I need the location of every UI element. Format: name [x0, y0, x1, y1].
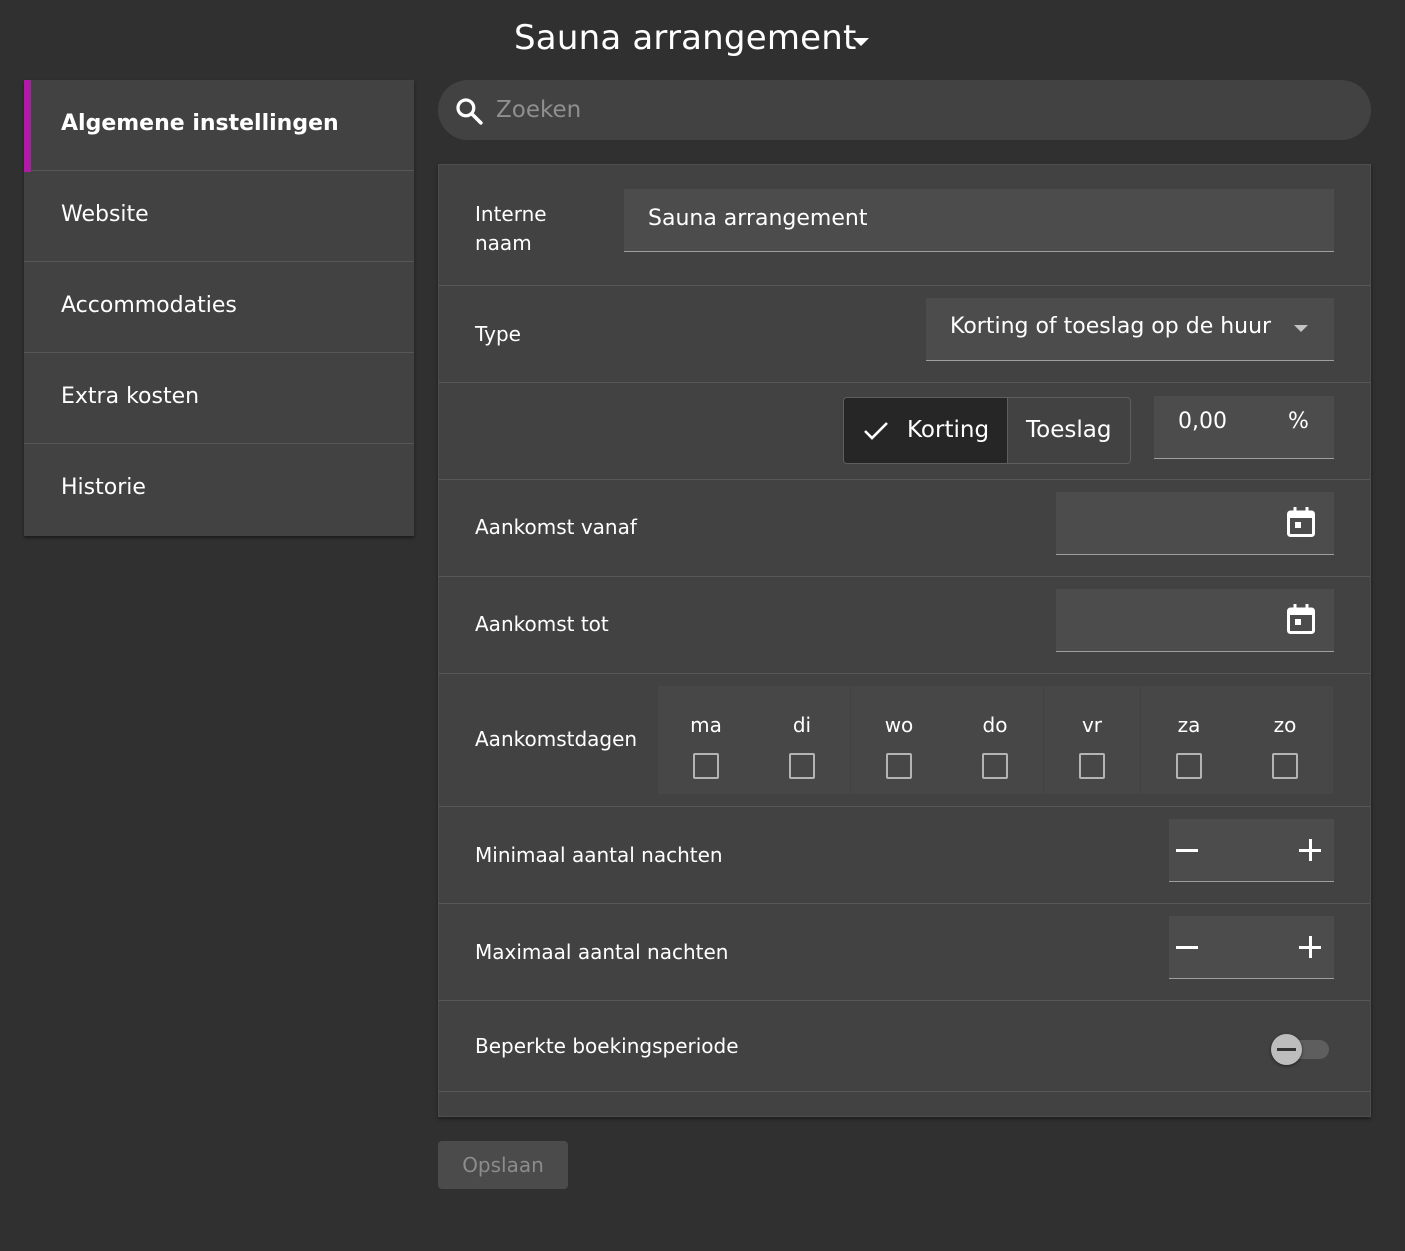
minus-icon[interactable] — [1174, 934, 1200, 960]
minus-icon[interactable] — [1174, 837, 1200, 863]
max-nachten-label: Maximaal aantal nachten — [475, 940, 729, 964]
day-label: ma — [690, 713, 722, 737]
day-column-di: di — [754, 686, 850, 794]
min-nachten-stepper — [1169, 819, 1334, 882]
check-icon — [864, 422, 888, 440]
title-dropdown-caret-icon[interactable] — [853, 38, 869, 46]
day-label: vr — [1081, 713, 1103, 737]
day-column-vr: vr — [1044, 686, 1140, 794]
day-column-wo: wo — [851, 686, 947, 794]
plus-icon[interactable] — [1297, 837, 1323, 863]
day-column-ma: ma — [658, 686, 754, 794]
day-checkbox-ma[interactable] — [693, 753, 719, 779]
type-value: Korting of toeslag op de huur — [950, 314, 1272, 339]
interne-naam-value: Sauna arrangement — [648, 206, 868, 231]
toeslag-button[interactable]: Toeslag — [1007, 398, 1130, 463]
toggle-knob — [1271, 1034, 1302, 1065]
day-label: di — [792, 713, 812, 737]
aankomst-tot-date-field[interactable] — [1056, 589, 1334, 652]
day-label: zo — [1273, 713, 1297, 737]
beperkte-boekingsperiode-toggle[interactable] — [1271, 1034, 1329, 1065]
day-label: wo — [884, 713, 914, 737]
day-checkbox-za[interactable] — [1176, 753, 1202, 779]
save-button[interactable]: Opslaan — [438, 1141, 568, 1189]
row-type: Type Korting of toeslag op de huur — [439, 286, 1370, 383]
aankomst-vanaf-label: Aankomst vanaf — [475, 515, 637, 539]
plus-icon[interactable] — [1297, 934, 1323, 960]
day-label: do — [982, 713, 1008, 737]
row-aankomstdagen: Aankomstdagen ma di wo do vr za zo — [439, 674, 1370, 807]
min-nachten-label: Minimaal aantal nachten — [475, 843, 723, 867]
sidebar-item-extra-kosten[interactable]: Extra kosten — [24, 353, 414, 444]
day-label: za — [1177, 713, 1201, 737]
row-max-nachten: Maximaal aantal nachten — [439, 904, 1370, 1001]
percentage-field[interactable]: 0,00 % — [1154, 396, 1334, 459]
korting-toeslag-toggle: Korting Toeslag — [843, 397, 1131, 464]
settings-form: Interne naam Sauna arrangement Type Kort… — [438, 164, 1371, 1117]
day-checkbox-zo[interactable] — [1272, 753, 1298, 779]
day-checkbox-wo[interactable] — [886, 753, 912, 779]
day-checkbox-di[interactable] — [789, 753, 815, 779]
day-checkbox-do[interactable] — [982, 753, 1008, 779]
row-aankomst-tot: Aankomst tot — [439, 577, 1370, 674]
aankomst-tot-label: Aankomst tot — [475, 612, 609, 636]
day-column-za: za — [1141, 686, 1237, 794]
sidebar-item-algemene-instellingen[interactable]: Algemene instellingen — [24, 80, 414, 172]
percent-unit: % — [1288, 409, 1309, 434]
sidebar-item-label: Algemene instellingen — [61, 111, 339, 136]
sidebar-item-label: Historie — [61, 475, 146, 500]
title-bar: Sauna arrangement — [0, 14, 1405, 68]
sidebar: Algemene instellingen Website Accommodat… — [24, 80, 414, 536]
day-column-do: do — [947, 686, 1043, 794]
calendar-icon[interactable] — [1286, 506, 1316, 538]
type-label: Type — [475, 322, 521, 346]
search-bar — [438, 80, 1371, 140]
sidebar-item-label: Extra kosten — [61, 384, 200, 409]
calendar-icon[interactable] — [1286, 603, 1316, 635]
search-input[interactable] — [496, 90, 1346, 130]
row-interne-naam: Interne naam Sauna arrangement — [439, 165, 1370, 286]
interne-naam-field[interactable]: Sauna arrangement — [624, 189, 1334, 252]
toeslag-label: Toeslag — [1026, 417, 1112, 443]
percentage-value: 0,00 — [1178, 409, 1227, 434]
day-column-zo: zo — [1237, 686, 1333, 794]
day-checkbox-vr[interactable] — [1079, 753, 1105, 779]
type-select[interactable]: Korting of toeslag op de huur — [926, 298, 1334, 361]
sidebar-item-accommodaties[interactable]: Accommodaties — [24, 262, 414, 353]
korting-label: Korting — [907, 417, 990, 443]
sidebar-item-label: Website — [61, 202, 149, 227]
search-icon[interactable] — [454, 96, 484, 126]
aankomst-vanaf-date-field[interactable] — [1056, 492, 1334, 555]
page-title[interactable]: Sauna arrangement — [514, 18, 857, 58]
interne-naam-label: Interne naam — [475, 202, 547, 255]
row-korting-toeslag: Korting Toeslag 0,00 % — [439, 383, 1370, 480]
korting-button[interactable]: Korting — [844, 398, 1007, 463]
sidebar-item-label: Accommodaties — [61, 293, 237, 318]
row-aankomst-vanaf: Aankomst vanaf — [439, 480, 1370, 577]
max-nachten-stepper — [1169, 916, 1334, 979]
sidebar-item-historie[interactable]: Historie — [24, 444, 414, 535]
row-beperkte-boekingsperiode: Beperkte boekingsperiode — [439, 1001, 1370, 1092]
chevron-down-icon — [1294, 325, 1308, 332]
sidebar-item-website[interactable]: Website — [24, 171, 414, 262]
beperkte-boekingsperiode-label: Beperkte boekingsperiode — [475, 1034, 739, 1058]
row-min-nachten: Minimaal aantal nachten — [439, 807, 1370, 904]
aankomstdagen-label: Aankomstdagen — [475, 727, 638, 751]
